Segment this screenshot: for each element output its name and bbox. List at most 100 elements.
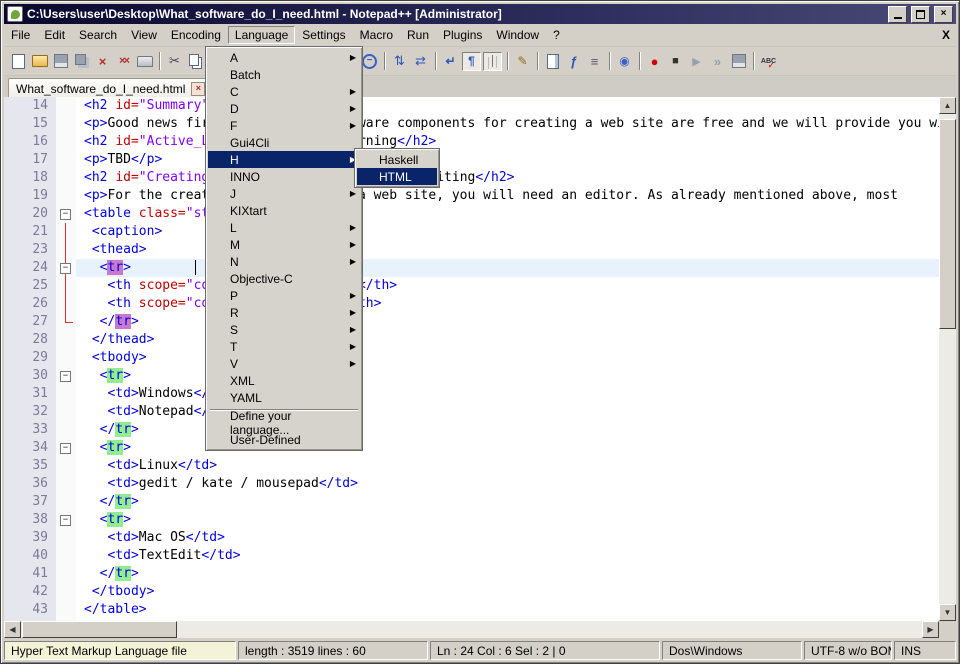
horizontal-scrollbar[interactable]: ◀ ▶ <box>4 621 939 638</box>
language-menu-item-a[interactable]: A▶ <box>208 49 360 66</box>
line-number[interactable]: 41 <box>4 565 56 583</box>
save-icon[interactable] <box>51 52 70 71</box>
play-macro-icon[interactable] <box>687 52 706 71</box>
line-number[interactable]: 14 <box>4 97 56 115</box>
menu-[interactable]: ? <box>546 26 567 44</box>
tab-what-software-do-i-need[interactable]: What_software_do_I_need.html × <box>8 78 213 99</box>
menu-view[interactable]: View <box>124 26 164 44</box>
monitoring-icon[interactable] <box>615 52 634 71</box>
open-folder-icon[interactable] <box>30 52 49 71</box>
line-number[interactable]: 23 <box>4 241 56 259</box>
language-menu-item-objective-c[interactable]: Objective-C <box>208 270 360 287</box>
save-all-icon[interactable] <box>72 52 91 71</box>
line-number[interactable]: 18 <box>4 169 56 187</box>
close-icon[interactable] <box>93 52 112 71</box>
language-menu-item-f[interactable]: F▶ <box>208 117 360 134</box>
run-macro-multiple-icon[interactable] <box>708 52 727 71</box>
editor-line-19[interactable]: 19<p>For the creating and editing of a w… <box>4 187 939 205</box>
scroll-down-arrow[interactable]: ▼ <box>939 604 956 621</box>
language-menu-item-inno[interactable]: INNO <box>208 168 360 185</box>
editor-line-14[interactable]: 14<h2 id="Summary">Summary</h2> <box>4 97 939 115</box>
menu-language[interactable]: Language <box>228 26 295 44</box>
submenu-item-haskell[interactable]: Haskell <box>357 151 437 168</box>
new-file-icon[interactable] <box>9 52 28 71</box>
editor-line-42[interactable]: 42 </tbody> <box>4 583 939 601</box>
language-menu-item-n[interactable]: N▶ <box>208 253 360 270</box>
language-menu-item-h[interactable]: H▶ <box>208 151 360 168</box>
editor-line-18[interactable]: 18<h2 id="Creating_and_editing">Creating… <box>4 169 939 187</box>
language-menu-item-d[interactable]: D▶ <box>208 100 360 117</box>
line-number[interactable]: 15 <box>4 115 56 133</box>
line-number[interactable]: 33 <box>4 421 56 439</box>
editor-line-40[interactable]: 40 <td>TextEdit</td> <box>4 547 939 565</box>
user-defined-dialog-icon[interactable] <box>513 52 532 71</box>
line-number[interactable]: 38 <box>4 511 56 529</box>
language-menu-item-c[interactable]: C▶ <box>208 83 360 100</box>
editor-line-27[interactable]: 27 </tr> <box>4 313 939 331</box>
editor-line-37[interactable]: 37 </tr> <box>4 493 939 511</box>
language-menu-item-m[interactable]: M▶ <box>208 236 360 253</box>
spell-check-icon[interactable] <box>759 52 778 71</box>
editor-line-33[interactable]: 33 </tr> <box>4 421 939 439</box>
line-number[interactable]: 32 <box>4 403 56 421</box>
fold-collapse-box[interactable] <box>60 515 71 526</box>
copy-icon[interactable] <box>186 52 205 71</box>
doc-switcher-icon[interactable] <box>585 52 604 71</box>
editor-line-26[interactable]: 26 <th scope="col">Editor choices</th> <box>4 295 939 313</box>
editor-line-31[interactable]: 31 <td>Windows</td> <box>4 385 939 403</box>
line-number[interactable]: 20 <box>4 205 56 223</box>
horizontal-scroll-thumb[interactable] <box>22 621 177 638</box>
language-menu-item-v[interactable]: V▶ <box>208 355 360 372</box>
editor-line-34[interactable]: 34 <tr> <box>4 439 939 457</box>
line-number[interactable]: 43 <box>4 601 56 619</box>
menu-plugins[interactable]: Plugins <box>436 26 489 44</box>
line-number[interactable]: 35 <box>4 457 56 475</box>
menu-macro[interactable]: Macro <box>353 26 400 44</box>
editor-line-25[interactable]: 25 <th scope="col">Operating system</th> <box>4 277 939 295</box>
line-number[interactable]: 21 <box>4 223 56 241</box>
menu-edit[interactable]: Edit <box>37 26 72 44</box>
editor-line-43[interactable]: 43</table> <box>4 601 939 619</box>
print-icon[interactable] <box>135 52 154 71</box>
line-number[interactable]: 34 <box>4 439 56 457</box>
vertical-scrollbar[interactable]: ▲ ▼ <box>939 97 956 621</box>
scroll-up-arrow[interactable]: ▲ <box>939 97 956 114</box>
minimize-button[interactable] <box>888 6 907 23</box>
language-menu-item-j[interactable]: J▶ <box>208 185 360 202</box>
menu-search[interactable]: Search <box>72 26 124 44</box>
line-number[interactable]: 26 <box>4 295 56 313</box>
line-number[interactable]: 28 <box>4 331 56 349</box>
record-macro-icon[interactable] <box>645 52 664 71</box>
line-number[interactable]: 16 <box>4 133 56 151</box>
scroll-right-arrow[interactable]: ▶ <box>922 621 939 638</box>
language-menu-item-batch[interactable]: Batch <box>208 66 360 83</box>
show-all-chars-icon[interactable] <box>462 52 481 71</box>
editor-line-35[interactable]: 35 <td>Linux</td> <box>4 457 939 475</box>
line-number[interactable]: 25 <box>4 277 56 295</box>
editor-line-41[interactable]: 41 </tr> <box>4 565 939 583</box>
language-menu-item-r[interactable]: R▶ <box>208 304 360 321</box>
editor-line-20[interactable]: 20<table class="standard-table"> <box>4 205 939 223</box>
editor[interactable]: 14<h2 id="Summary">Summary</h2>15<p>Good… <box>4 97 939 621</box>
editor-line-17[interactable]: 17<p>TBD</p> <box>4 151 939 169</box>
language-menu-item-p[interactable]: P▶ <box>208 287 360 304</box>
word-wrap-icon[interactable] <box>441 52 460 71</box>
line-number[interactable]: 36 <box>4 475 56 493</box>
submenu-item-html[interactable]: HTML <box>357 168 437 185</box>
editor-line-30[interactable]: 30 <tr> <box>4 367 939 385</box>
line-number[interactable]: 39 <box>4 529 56 547</box>
editor-line-15[interactable]: 15<p>Good news first: all of the softwar… <box>4 115 939 133</box>
stop-macro-icon[interactable] <box>666 52 685 71</box>
menu-encoding[interactable]: Encoding <box>164 26 228 44</box>
line-number[interactable]: 30 <box>4 367 56 385</box>
editor-line-38[interactable]: 38 <tr> <box>4 511 939 529</box>
sync-horizontal-icon[interactable] <box>411 52 430 71</box>
language-menu-item-define-your-language[interactable]: Define your language... <box>208 414 360 431</box>
fold-collapse-box[interactable] <box>60 443 71 454</box>
scroll-left-arrow[interactable]: ◀ <box>4 621 21 638</box>
language-menu-item-yaml[interactable]: YAML <box>208 389 360 406</box>
editor-line-23[interactable]: 23 <thead> <box>4 241 939 259</box>
editor-line-28[interactable]: 28 </thead> <box>4 331 939 349</box>
language-menu-item-gui4cli[interactable]: Gui4Cli <box>208 134 360 151</box>
fold-collapse-box[interactable] <box>60 371 71 382</box>
